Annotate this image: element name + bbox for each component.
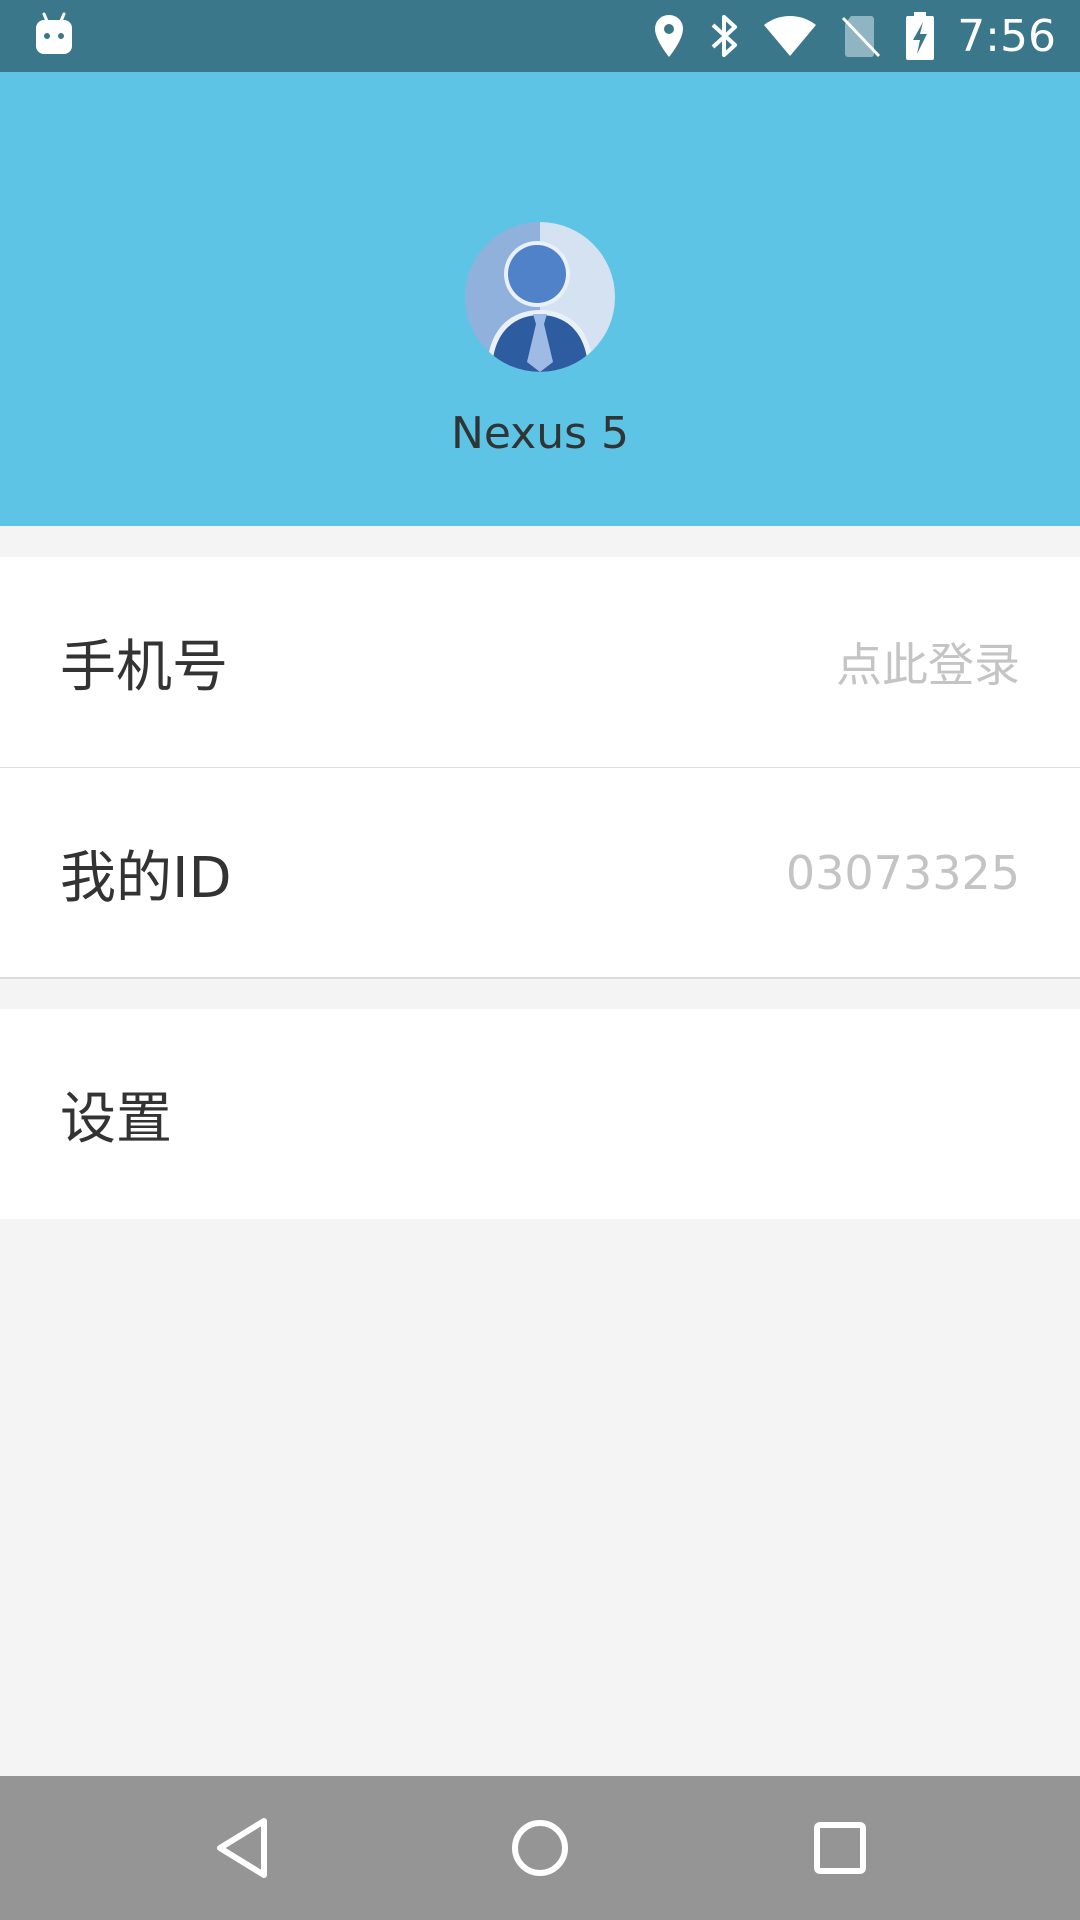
device-name: Nexus 5 xyxy=(450,408,630,459)
navigation-bar xyxy=(0,1776,1080,1920)
home-icon xyxy=(512,1820,568,1876)
phone-label: 手机号 xyxy=(60,634,228,700)
settings-label: 设置 xyxy=(60,1086,172,1152)
my-id-label: 我的ID xyxy=(60,845,232,911)
bluetooth-icon xyxy=(709,13,739,59)
phone-row[interactable]: 手机号 点此登录 xyxy=(0,557,1080,767)
battery-charging-icon xyxy=(905,12,935,60)
status-time: 7:56 xyxy=(957,10,1056,62)
recents-icon xyxy=(814,1822,866,1874)
wifi-icon xyxy=(763,13,817,59)
screen: 7:56 Nexus 5 手机号 点此登录 我的ID 03073325 设置 xyxy=(0,0,1080,1920)
back-icon xyxy=(217,1818,267,1878)
login-link[interactable]: 点此登录 xyxy=(836,557,1020,767)
profile-header: Nexus 5 xyxy=(0,72,1080,526)
divider xyxy=(0,977,1080,979)
my-id-row[interactable]: 我的ID 03073325 xyxy=(0,768,1080,978)
home-button[interactable] xyxy=(504,1812,576,1884)
no-sim-icon xyxy=(841,13,881,59)
my-id-value: 03073325 xyxy=(785,846,1020,900)
back-button[interactable] xyxy=(206,1812,278,1884)
user-avatar-icon xyxy=(465,222,615,372)
avatar[interactable] xyxy=(465,222,615,372)
android-debug-icon xyxy=(36,12,72,54)
status-icons: 7:56 xyxy=(629,0,1056,72)
recents-button[interactable] xyxy=(804,1812,876,1884)
location-icon xyxy=(653,13,685,59)
settings-row[interactable]: 设置 xyxy=(0,1009,1080,1219)
status-bar: 7:56 xyxy=(0,0,1080,72)
